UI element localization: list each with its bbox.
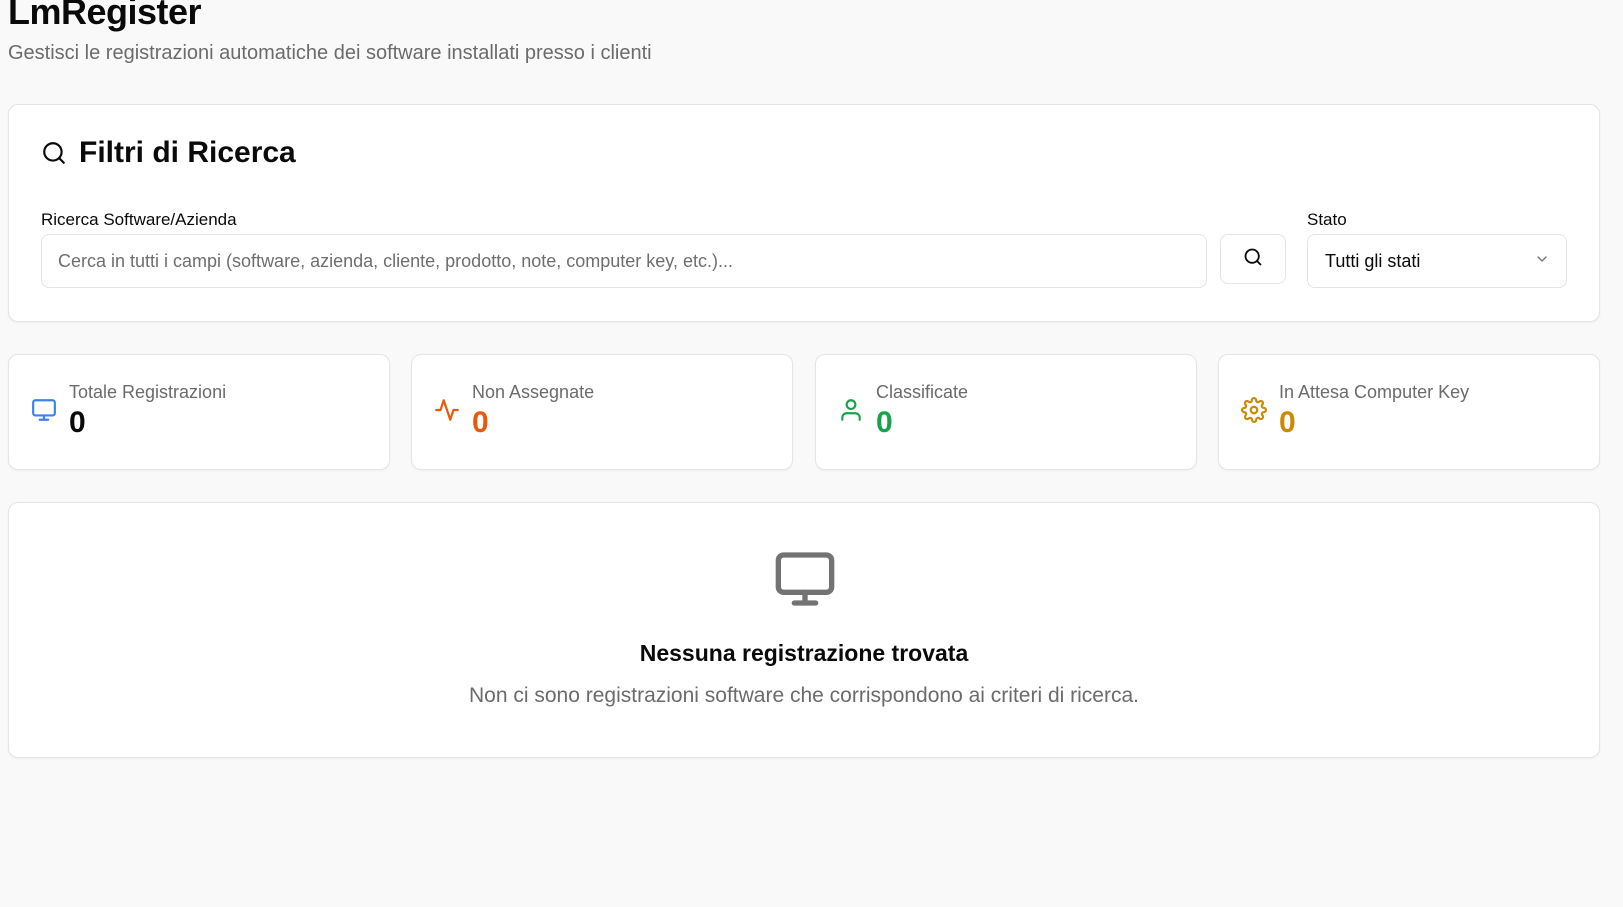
- app-subtitle: Gestisci le registrazioni automatiche de…: [8, 42, 652, 64]
- search-icon: [1243, 247, 1263, 272]
- status-select[interactable]: Tutti gli stati: [1307, 234, 1567, 288]
- user-icon: [838, 397, 864, 423]
- empty-state-message: Non ci sono registrazioni software che c…: [469, 684, 1139, 707]
- gear-icon: [1241, 397, 1267, 423]
- stat-card-unassigned: Non Assegnate 0: [411, 354, 793, 470]
- app-title: LmRegister: [8, 0, 202, 32]
- stat-card-awaiting-key: In Attesa Computer Key 0: [1218, 354, 1600, 470]
- search-input[interactable]: [41, 234, 1207, 288]
- status-label: Stato: [1307, 210, 1347, 229]
- stat-card-classified: Classificate 0: [815, 354, 1197, 470]
- monitor-icon: [773, 547, 837, 616]
- stat-value: 0: [876, 406, 893, 439]
- stat-label: Totale Registrazioni: [69, 382, 227, 402]
- stat-label: In Attesa Computer Key: [1279, 382, 1470, 402]
- stat-label: Non Assegnate: [472, 382, 595, 402]
- stat-value: 0: [472, 406, 489, 439]
- search-icon: [41, 140, 67, 166]
- stat-card-total: Totale Registrazioni 0: [8, 354, 390, 470]
- filters-card: Filtri di Ricerca Ricerca Software/Azien…: [8, 104, 1600, 322]
- activity-icon: [434, 397, 460, 423]
- stat-value: 0: [1279, 406, 1296, 439]
- status-select-value: Tutti gli stati: [1325, 250, 1421, 271]
- chevron-down-icon: [1534, 251, 1550, 272]
- search-label: Ricerca Software/Azienda: [41, 210, 237, 229]
- empty-state-title: Nessuna registrazione trovata: [639, 640, 969, 666]
- stat-value: 0: [69, 406, 86, 439]
- empty-state-card: Nessuna registrazione trovata Non ci son…: [8, 502, 1600, 758]
- search-button[interactable]: [1220, 234, 1286, 284]
- monitor-icon: [31, 397, 57, 423]
- filters-title: Filtri di Ricerca: [79, 136, 296, 169]
- stat-label: Classificate: [876, 382, 969, 402]
- filters-header: Filtri di Ricerca: [41, 135, 296, 171]
